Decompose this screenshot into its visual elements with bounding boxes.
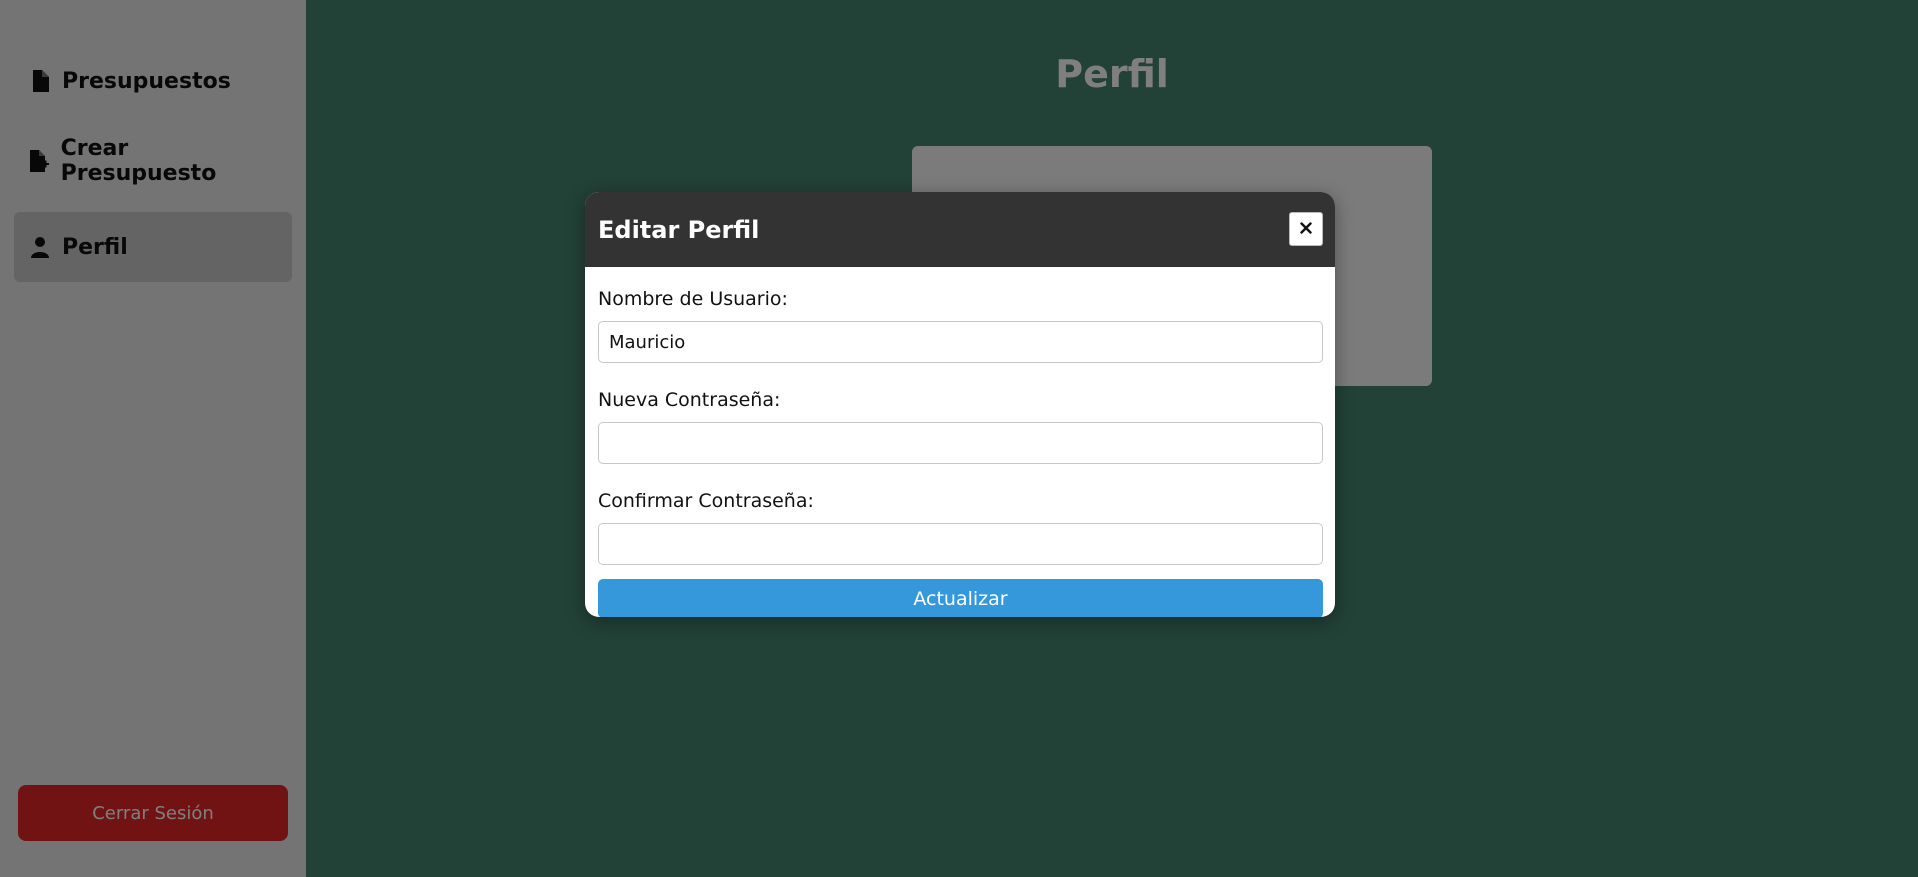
username-label: Nombre de Usuario: [598,288,788,310]
close-icon [1300,221,1312,237]
update-button[interactable]: Actualizar [598,579,1323,617]
close-button[interactable] [1289,212,1323,246]
modal-title: Editar Perfil [598,215,760,244]
new-password-field[interactable] [598,422,1323,464]
modal-header: Editar Perfil [585,192,1335,267]
confirm-password-field[interactable] [598,523,1323,565]
new-password-label: Nueva Contraseña: [598,389,781,411]
modal-body: Nombre de Usuario: Nueva Contraseña: Con… [585,267,1335,617]
confirm-password-label: Confirmar Contraseña: [598,490,814,512]
username-field[interactable] [598,321,1323,363]
app-root: Presupuestos Crear Presupuesto Perfil [0,0,1918,877]
edit-profile-modal: Editar Perfil Nombre de Usuario: Nueva C… [585,192,1335,617]
